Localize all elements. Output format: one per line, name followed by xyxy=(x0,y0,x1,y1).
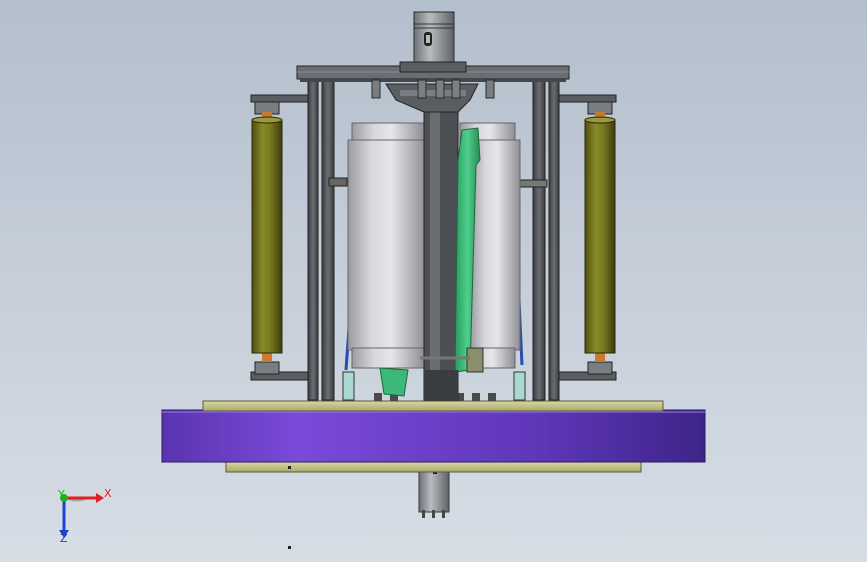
model-view[interactable]: X Y Z xyxy=(0,0,867,562)
upper-plate[interactable] xyxy=(202,400,664,412)
z-axis-label: Z xyxy=(60,532,68,545)
marker-dot-2 xyxy=(288,546,291,549)
right-roller-top-arm[interactable] xyxy=(558,94,617,120)
x-axis-label: X xyxy=(104,487,112,500)
cad-viewport[interactable]: X Y Z xyxy=(0,0,867,562)
bottom-posts xyxy=(342,370,526,401)
right-roller-bottom-arm[interactable] xyxy=(558,352,617,381)
y-axis-label: Y xyxy=(57,488,65,501)
left-roller-bottom-arm[interactable] xyxy=(250,352,309,381)
base-disc[interactable] xyxy=(161,409,706,463)
left-frame[interactable] xyxy=(307,77,348,401)
x-arrowhead-icon xyxy=(96,493,104,503)
top-motor[interactable] xyxy=(399,11,467,73)
top-hub[interactable] xyxy=(385,83,479,113)
left-roller[interactable] xyxy=(251,116,283,354)
right-roller[interactable] xyxy=(584,116,616,354)
coordinate-triad: X Y Z xyxy=(57,487,112,545)
bottom-stem[interactable] xyxy=(418,469,450,518)
left-roller-top-arm[interactable] xyxy=(250,94,309,120)
marker-dot xyxy=(288,466,291,469)
left-drum[interactable] xyxy=(347,122,427,369)
